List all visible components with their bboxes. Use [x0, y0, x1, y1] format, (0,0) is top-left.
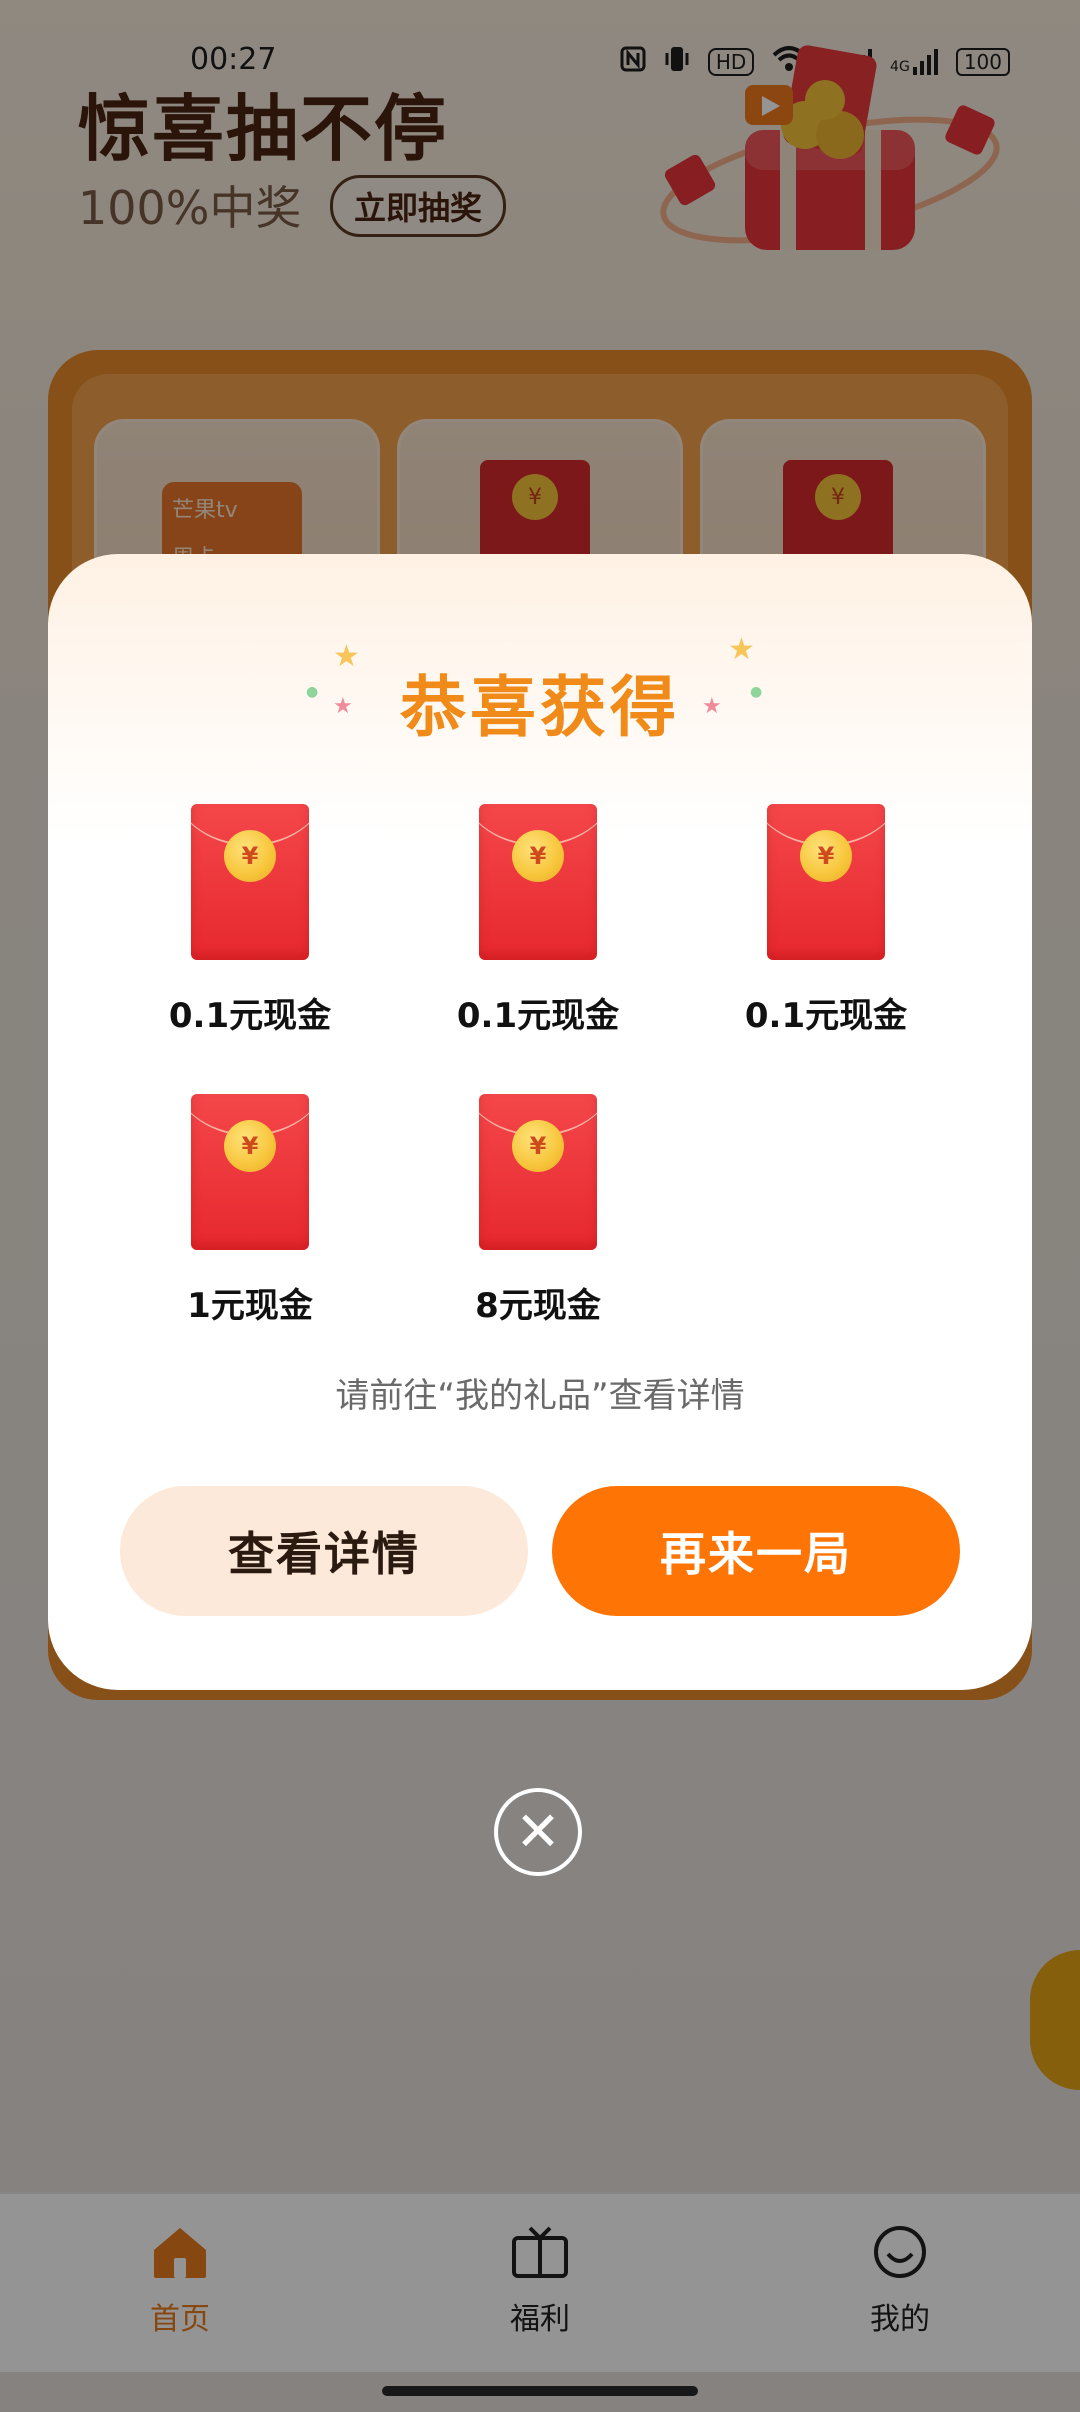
- red-envelope-icon: ¥: [479, 804, 597, 960]
- prize-label: 0.1元现金: [168, 996, 332, 1036]
- reward-modal: ★ ★ ● ★ ★ ● 恭喜获得 ¥ 0.1元现金 ¥ 0.1元现金 ¥ 0.1…: [48, 554, 1032, 1690]
- app-root: 00:27 HD 5G 4G 100 惊喜抽不停 100%中奖 立即: [0, 0, 1080, 2412]
- gift-hint-text: 请前往“我的礼品”查看详情: [335, 1376, 745, 1416]
- prize-item: ¥ 0.1元现金: [418, 804, 658, 1037]
- prize-label: 0.1元现金: [744, 996, 908, 1036]
- coin-icon: ¥: [512, 830, 564, 882]
- red-envelope-icon: ¥: [767, 804, 885, 960]
- close-symbol: ✕: [515, 1800, 561, 1863]
- coin-icon: ¥: [224, 830, 276, 882]
- play-again-button[interactable]: 再来一局: [552, 1486, 960, 1616]
- prize-item: ¥ 0.1元现金: [130, 804, 370, 1037]
- red-envelope-icon: ¥: [191, 1094, 309, 1250]
- coin-icon: ¥: [800, 830, 852, 882]
- red-envelope-icon: ¥: [191, 804, 309, 960]
- prize-item: ¥ 8元现金: [418, 1094, 658, 1327]
- red-envelope-icon: ¥: [479, 1094, 597, 1250]
- prize-item: ¥ 0.1元现金: [706, 804, 946, 1037]
- prize-label: 0.1元现金: [456, 996, 620, 1036]
- prize-label: 8元现金: [475, 1286, 601, 1326]
- view-details-button[interactable]: 查看详情: [120, 1486, 528, 1616]
- prize-label: 1元现金: [187, 1286, 313, 1326]
- modal-title: 恭喜获得: [400, 669, 680, 746]
- coin-icon: ¥: [512, 1120, 564, 1172]
- coin-icon: ¥: [224, 1120, 276, 1172]
- close-icon[interactable]: ✕: [494, 1788, 582, 1876]
- prize-item: ¥ 1元现金: [130, 1094, 370, 1327]
